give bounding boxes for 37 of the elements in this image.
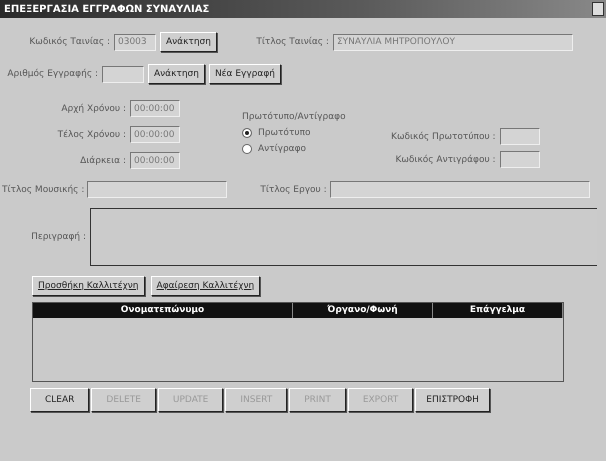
field-label: Κωδικός Αντιγράφου : <box>394 154 496 164</box>
action-button[interactable]: ΕΠΙΣΤΡΟΦΗ <box>415 388 490 412</box>
time-field[interactable]: 00:00:00 <box>130 126 180 143</box>
action-button[interactable]: CLEAR <box>30 388 90 412</box>
input-field[interactable]: ΣΥΝΑΥΛΙΑ ΜΗΤΡΟΠΟΥΛΟΥ <box>332 34 573 50</box>
column-header[interactable]: Ονοματεπώνυμο <box>33 303 293 318</box>
input-field[interactable] <box>330 181 590 198</box>
artist-button[interactable]: Προσθήκη Καλλιτέχνη <box>32 276 145 296</box>
radio-option[interactable]: Πρωτότυπο <box>242 128 346 138</box>
artist-button[interactable]: Αφαίρεση Καλλιτέχνη <box>150 276 260 296</box>
group-label: Πρωτότυπο/Αντίγραφο <box>242 112 346 122</box>
radio-option[interactable]: Αντίγραφο <box>242 144 346 154</box>
text-area[interactable] <box>90 208 597 266</box>
window-title: ΕΠΕΞΕΡΓΑΣΙΑ ΕΓΓΡΑΦΩΝ ΣΥΝΑΥΛΙΑΣ <box>4 4 210 14</box>
time-field[interactable]: 00:00:00 <box>130 100 180 117</box>
input-field[interactable]: 03003 <box>114 34 156 50</box>
field-label: Κωδικός Πρωτοτύπου : <box>390 132 496 142</box>
field-label: Διάρκεια : <box>79 156 126 166</box>
record-button[interactable]: Ανάκτηση <box>148 64 205 84</box>
field-label: Τέλος Χρόνου : <box>56 130 126 140</box>
input-field[interactable] <box>102 66 144 82</box>
field-label: Αρχή Χρόνου : <box>60 104 126 114</box>
field-label: Περιγραφή : <box>30 232 86 242</box>
field-label: Αριθμός Εγγραφής : <box>6 69 98 79</box>
input-field[interactable] <box>87 181 228 198</box>
retrieve-button[interactable]: Ανάκτηση <box>160 32 217 52</box>
input-field[interactable] <box>500 151 540 168</box>
field-label: Τίτλος Μουσικής : <box>2 184 84 194</box>
time-field[interactable]: 00:00:00 <box>130 152 180 169</box>
field-label: Κωδικός Ταινίας : <box>28 37 110 47</box>
record-button[interactable]: Νέα Εγγραφή <box>208 64 281 84</box>
column-header[interactable]: Επάγγελμα <box>433 303 563 318</box>
column-header[interactable]: Όργανο/Φωνή <box>293 303 433 318</box>
close-button[interactable] <box>592 2 604 16</box>
input-field[interactable] <box>500 128 540 145</box>
field-label: Τίτλος Εργου : <box>260 184 327 194</box>
field-label: Τίτλος Ταινίας : <box>255 37 329 47</box>
